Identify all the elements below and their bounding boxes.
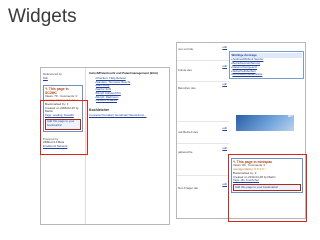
edit-link[interactable]: edit — [222, 182, 227, 187]
bit-banner-image[interactable]: BIT — [236, 114, 294, 131]
section-paragraph[interactable]: Converter Ferndorf, Gerdoratz Neurerdorm… — [89, 113, 167, 118]
highlight-box — [228, 154, 307, 222]
edit-link[interactable]: edit — [222, 45, 227, 50]
important-links-panel: Wichtige Anstrege Ausbreuff/bifunk Sende… — [229, 51, 304, 80]
section-heading: Kochleicher — [89, 108, 110, 113]
left-main-content: Indsoft/Patentrecht und Patentmanagement… — [89, 68, 167, 117]
section-divider — [177, 175, 229, 176]
section-divider — [177, 121, 229, 122]
section-divider — [177, 143, 229, 144]
main-line: Kunde des — [178, 68, 192, 72]
main-line: uno und die — [178, 47, 194, 51]
section-divider — [177, 81, 229, 82]
edit-link[interactable]: edit — [222, 82, 227, 87]
edit-link[interactable]: edit — [222, 146, 227, 151]
main-line: gaberechte — [178, 150, 193, 154]
edit-link[interactable]: edit — [222, 64, 227, 69]
highlight-box — [40, 100, 88, 155]
section-divider — [177, 60, 229, 61]
referenced-by-link[interactable]: bbb — [43, 76, 83, 81]
main-line: ock Betrieb des — [178, 130, 198, 134]
main-line: Benutzen des — [178, 86, 196, 90]
edit-link[interactable]: edit — [222, 126, 227, 131]
main-line: Non Fragen der — [178, 186, 199, 190]
link-list: Checken: Tätig Referat Sanders: Timmerer… — [95, 76, 167, 103]
pin-icon: ✎ — [45, 86, 48, 91]
list-item[interactable]: Tandom Charles — [95, 99, 167, 103]
panel-link[interactable]: ACG-Beschreibensliste — [231, 73, 302, 77]
panel-link-list: Ausbreuff/bifunk Sender Betriebsvereinba… — [231, 57, 302, 77]
slide-title: Widgets — [8, 6, 77, 27]
right-main-content: uno und die edit Kunde des edit Benutzen… — [177, 43, 229, 218]
